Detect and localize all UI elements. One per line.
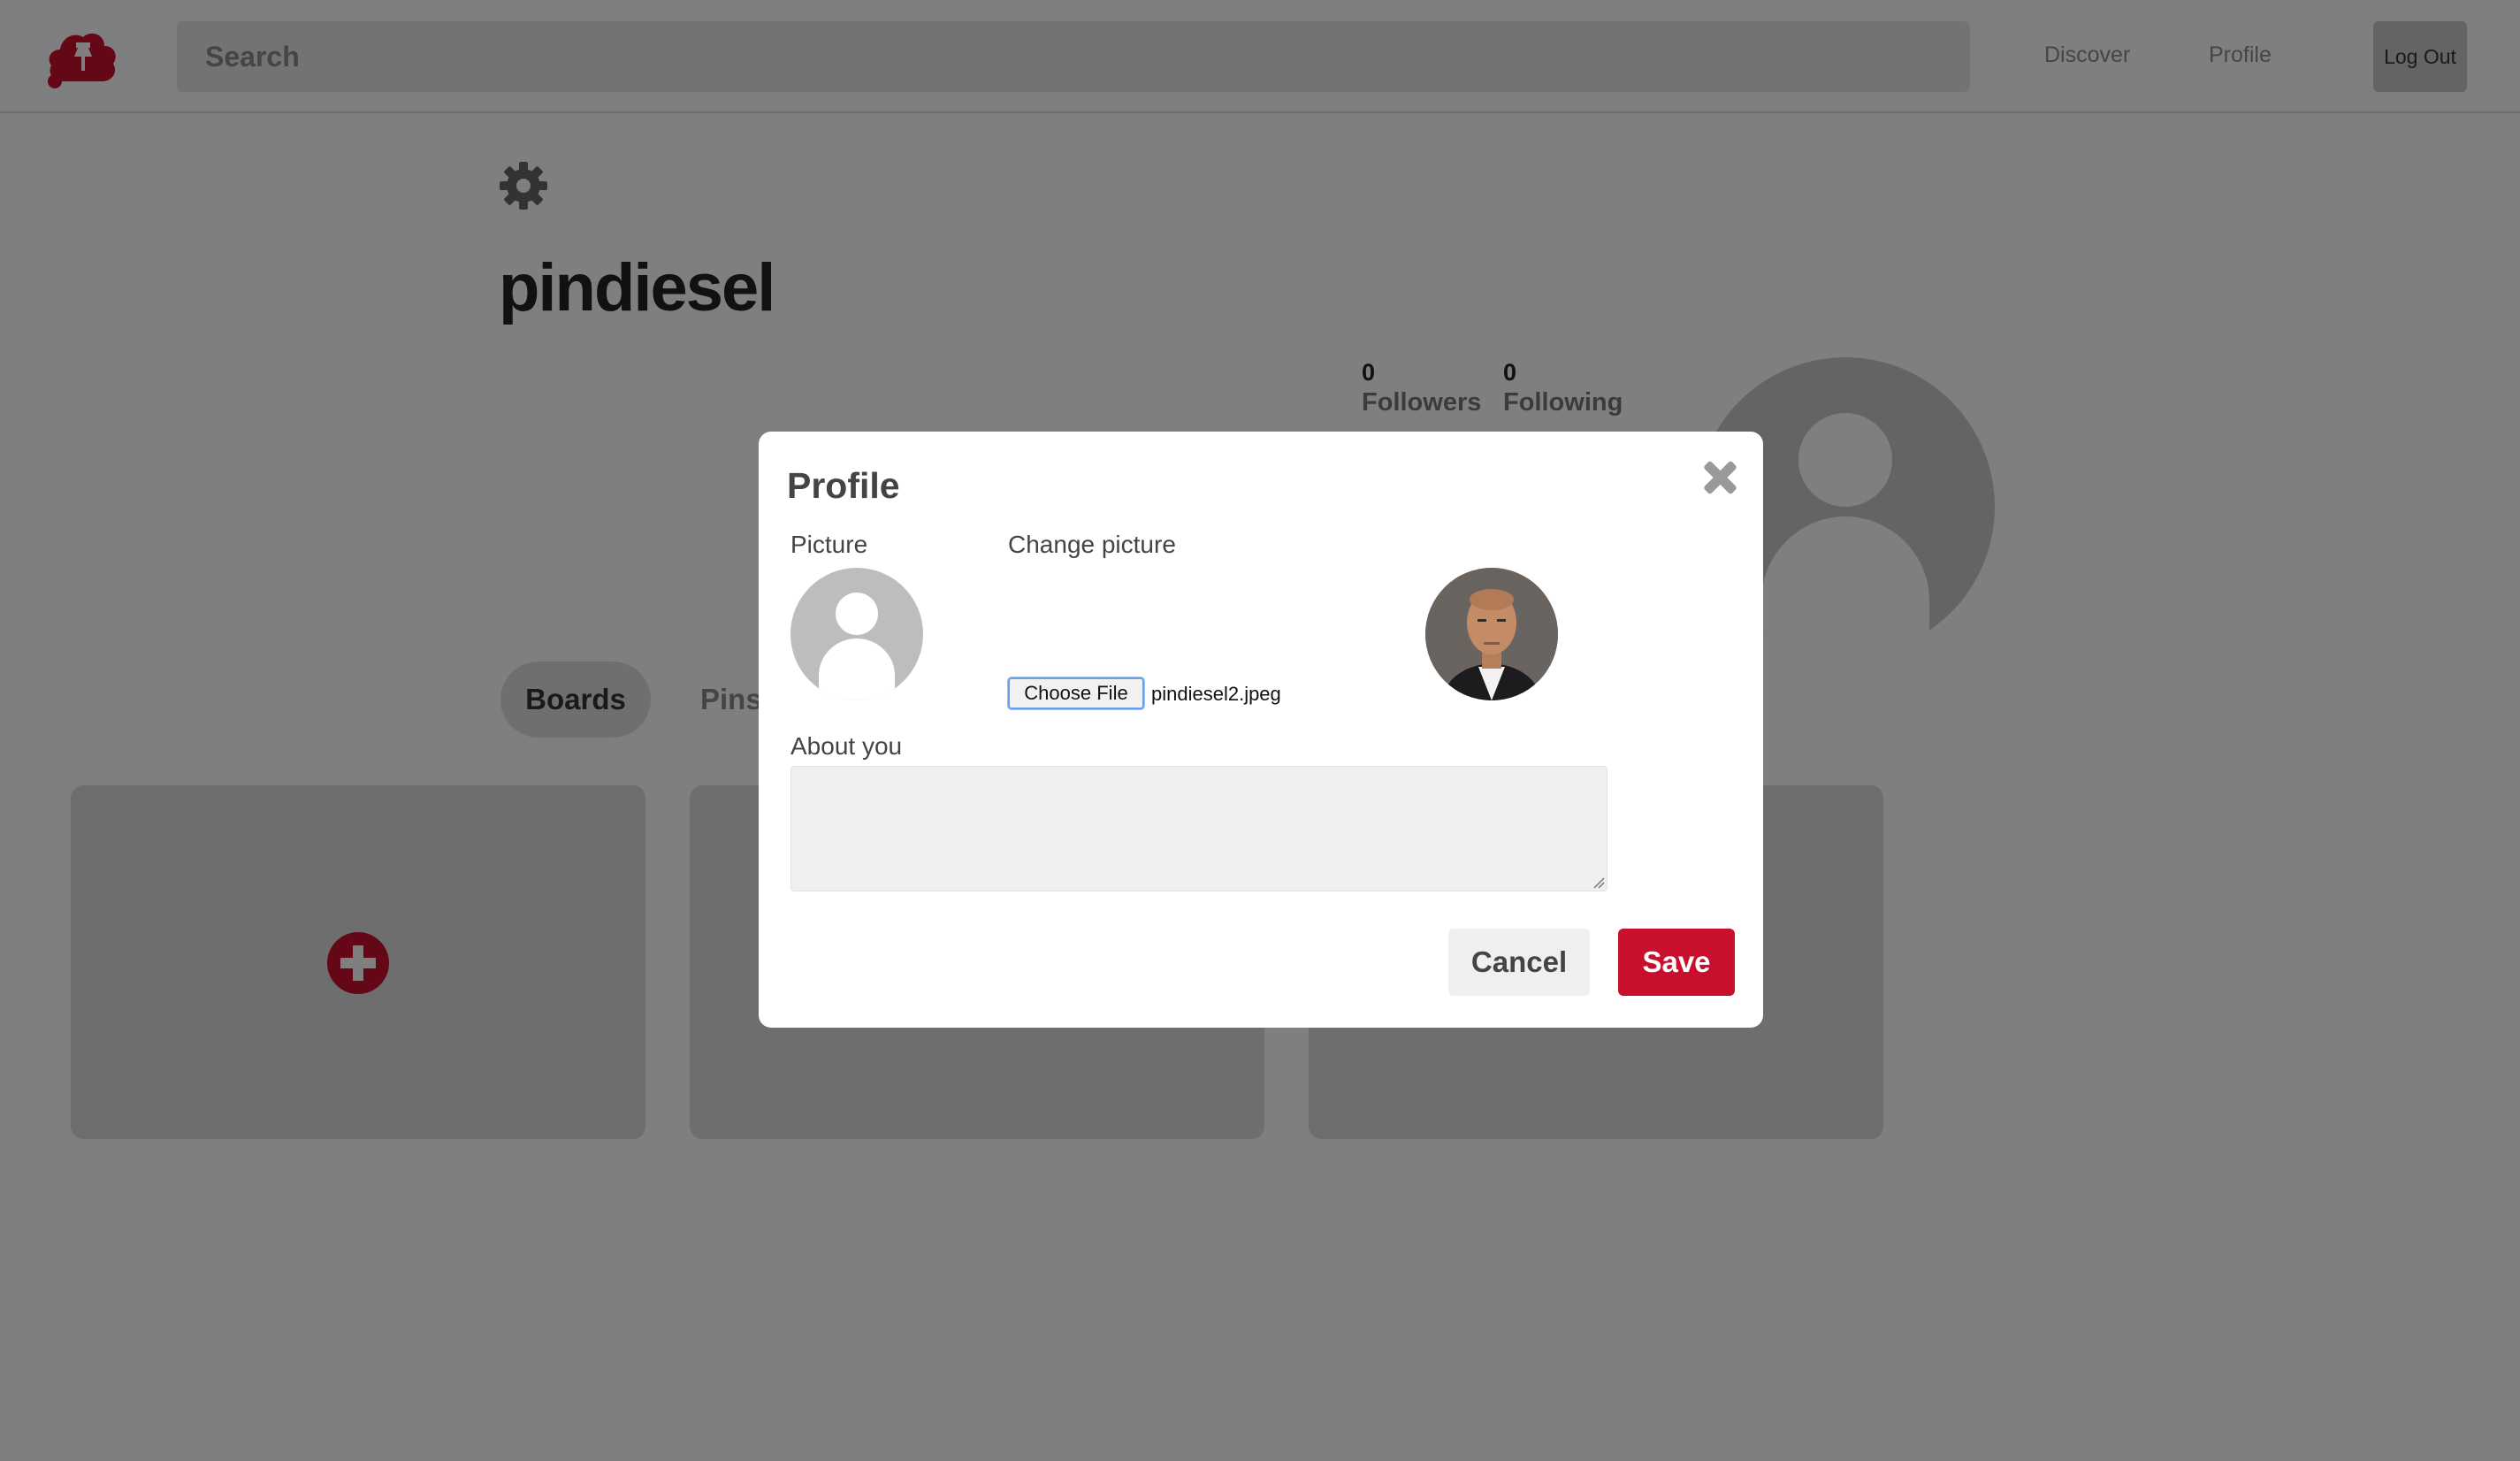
- user-photo: [1425, 568, 1558, 700]
- close-icon[interactable]: [1699, 456, 1742, 499]
- about-label: About you: [790, 732, 903, 760]
- about-textarea[interactable]: [790, 766, 1607, 891]
- picture-label: Picture: [790, 531, 868, 558]
- selected-file-name: pindiesel2.jpeg: [1151, 683, 1281, 705]
- current-picture-avatar: [790, 568, 923, 700]
- choose-file-button[interactable]: Choose File: [1008, 677, 1144, 709]
- resize-handle-icon[interactable]: [1592, 876, 1605, 889]
- profile-edit-modal: Profile Picture Change picture Choose Fi…: [759, 432, 1763, 1028]
- cancel-button[interactable]: Cancel: [1448, 929, 1590, 996]
- modal-title: Profile: [787, 465, 900, 506]
- default-user-icon: [819, 593, 895, 700]
- change-picture-label: Change picture: [1008, 531, 1176, 558]
- save-button[interactable]: Save: [1618, 929, 1735, 996]
- new-picture-preview: [1425, 568, 1558, 700]
